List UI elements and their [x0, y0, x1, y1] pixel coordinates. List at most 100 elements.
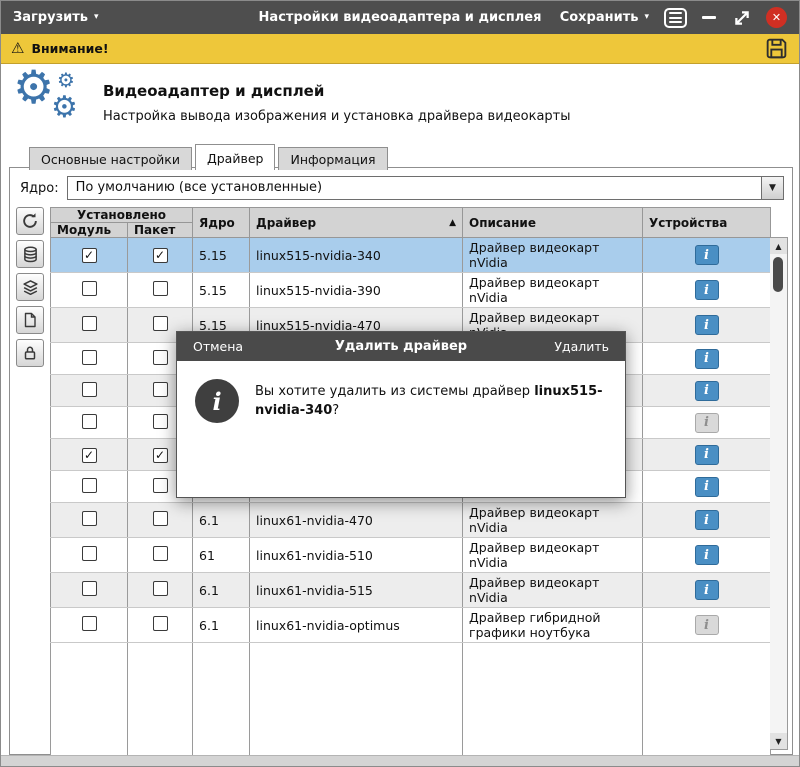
device-info-button[interactable]: i — [694, 315, 719, 335]
checkbox[interactable] — [81, 413, 97, 429]
checkbox[interactable] — [152, 616, 168, 631]
column-header-driver[interactable]: ▲ Драйвер — [249, 207, 464, 238]
package-cell: ✓ — [126, 237, 194, 273]
checkbox[interactable] — [152, 546, 168, 561]
kernel-cell: 61 — [192, 537, 251, 573]
checkbox[interactable] — [81, 511, 97, 526]
close-icon: ✕ — [771, 11, 782, 24]
scrollbar-thumb[interactable] — [773, 257, 783, 292]
packages-button[interactable] — [16, 273, 44, 301]
kernel-cell: 6.1 — [192, 572, 251, 608]
checkbox[interactable] — [152, 581, 168, 596]
kernel-cell: 5.15 — [192, 272, 251, 308]
module-cell — [50, 307, 128, 343]
dialog-cancel-button[interactable]: Отмена — [193, 339, 243, 354]
checkbox[interactable] — [152, 349, 168, 365]
device-info-button[interactable]: i — [694, 348, 719, 369]
vertical-scrollbar[interactable]: ▲ ▼ — [770, 237, 788, 750]
device-info-button[interactable]: i — [694, 510, 719, 530]
driver-row[interactable]: 5.15 linux515-nvidia-390 Драйвер видеокарт… — [50, 272, 772, 308]
checkbox[interactable] — [81, 477, 97, 493]
tab-information[interactable]: Информация — [278, 147, 388, 170]
device-info-button[interactable]: i — [694, 476, 719, 497]
checkbox[interactable] — [81, 381, 97, 397]
refresh-icon — [23, 213, 37, 228]
minimize-button[interactable] — [702, 8, 718, 28]
kernel-cell: 6.1 — [192, 502, 251, 538]
description-cell: Драйвер видеокарт nVidia — [462, 572, 644, 608]
scroll-down-button[interactable]: ▼ — [770, 733, 787, 749]
column-header-kernel[interactable]: Ядро — [192, 207, 251, 238]
checkbox[interactable] — [152, 316, 168, 331]
driver-table-body: ✓ ✓ 5.15 linux515-nvidia-340 Драйвер видеока… — [50, 237, 772, 766]
devices-cell: i — [642, 470, 772, 503]
dialog-confirm-button[interactable]: Удалить — [554, 339, 609, 354]
driver-row[interactable]: 61 linux61-nvidia-510 Драйвер видеокарт nV… — [50, 537, 772, 573]
column-header-package[interactable]: Пакет — [126, 222, 194, 238]
checkbox[interactable] — [152, 281, 168, 296]
checkbox[interactable] — [152, 477, 168, 493]
kernel-filter-select[interactable]: По умолчанию (все установленные) ▼ — [66, 176, 784, 200]
triangle-up-icon: ▲ — [775, 241, 782, 251]
devices-cell: i — [642, 438, 772, 471]
checkbox[interactable] — [152, 381, 168, 397]
checkbox[interactable] — [81, 349, 97, 365]
description-cell: Драйвер гибридной графики ноутбука — [462, 607, 644, 643]
devices-cell: i — [642, 272, 772, 308]
menu-icon[interactable] — [664, 7, 687, 28]
checkbox[interactable] — [152, 413, 168, 429]
kernel-filter-value: По умолчанию (все установленные) — [75, 180, 323, 195]
checkbox[interactable]: ✓ — [152, 447, 168, 463]
package-cell — [126, 272, 194, 308]
device-info-button[interactable]: i — [694, 380, 719, 401]
checkbox[interactable] — [81, 281, 97, 296]
load-menu-button[interactable]: Загрузить ▾ — [13, 10, 99, 25]
checkbox[interactable] — [81, 316, 97, 331]
scroll-up-button[interactable]: ▲ — [770, 238, 787, 254]
module-cell — [50, 537, 128, 573]
package-cell — [126, 502, 194, 538]
column-header-module[interactable]: Модуль — [50, 222, 128, 238]
lock-button[interactable] — [16, 339, 44, 367]
package-cell — [126, 537, 194, 573]
checkbox[interactable]: ✓ — [152, 248, 168, 263]
checkbox[interactable] — [81, 616, 97, 631]
driver-row[interactable]: ✓ ✓ 5.15 linux515-nvidia-340 Драйвер видеока… — [50, 237, 772, 273]
checkbox[interactable]: ✓ — [81, 447, 97, 463]
device-info-button[interactable]: i — [694, 444, 719, 465]
save-to-disk-button[interactable] — [764, 36, 789, 61]
package-cell — [126, 572, 194, 608]
checkbox[interactable] — [81, 546, 97, 561]
refresh-button[interactable] — [16, 207, 44, 235]
driver-row[interactable]: 6.1 linux61-nvidia-optimus Драйвер гибридн… — [50, 607, 772, 643]
file-icon — [24, 312, 36, 328]
driver-row[interactable]: 6.1 linux61-nvidia-515 Драйвер видеокарт n… — [50, 572, 772, 608]
device-info-button[interactable]: i — [694, 245, 719, 265]
maximize-button[interactable] — [733, 9, 751, 27]
devices-cell: i — [642, 537, 772, 573]
device-info-button[interactable]: i — [694, 280, 719, 300]
checkbox[interactable] — [152, 511, 168, 526]
log-file-button[interactable] — [16, 306, 44, 334]
module-cell: ✓ — [50, 438, 128, 471]
device-info-button[interactable]: i — [694, 615, 719, 635]
device-info-button[interactable]: i — [694, 580, 719, 600]
package-cell — [126, 607, 194, 643]
device-info-button[interactable]: i — [694, 545, 719, 565]
save-menu-button[interactable]: Сохранить ▾ — [560, 10, 649, 25]
column-header-installed[interactable]: Установлено — [49, 207, 194, 223]
checkbox[interactable]: ✓ — [81, 248, 97, 263]
device-info-button[interactable]: i — [694, 412, 719, 433]
close-button[interactable]: ✕ — [766, 7, 787, 28]
module-cell — [50, 374, 128, 407]
scrollbar-track[interactable] — [770, 254, 787, 733]
tab-driver[interactable]: Драйвер — [194, 144, 276, 170]
checkbox[interactable] — [81, 581, 97, 596]
tab-main-settings[interactable]: Основные настройки — [29, 147, 192, 170]
database-button[interactable] — [16, 240, 44, 268]
select-dropdown-button[interactable]: ▼ — [761, 177, 783, 199]
column-header-devices[interactable]: Устройства — [642, 207, 772, 238]
driver-row[interactable]: 6.1 linux61-nvidia-470 Драйвер видеокарт n… — [50, 502, 772, 538]
column-header-description[interactable]: Описание — [462, 207, 644, 238]
delete-driver-dialog: Отмена Удалить драйвер Удалить i Вы хоти… — [176, 331, 626, 498]
